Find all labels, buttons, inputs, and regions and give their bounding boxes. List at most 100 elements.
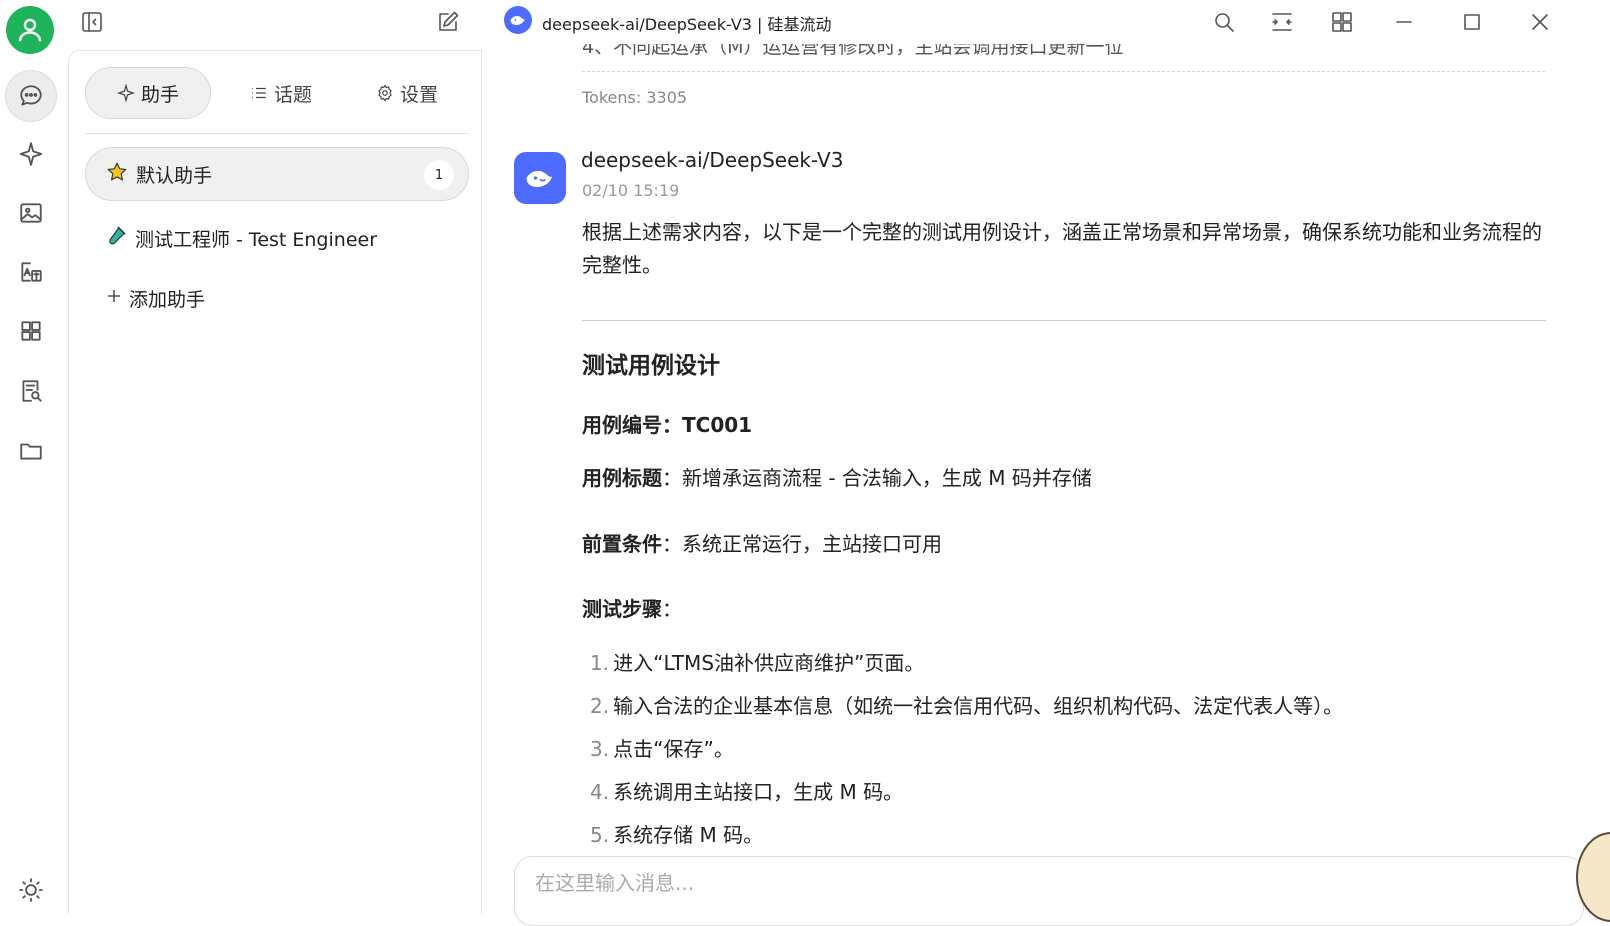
layout-button[interactable] — [1326, 6, 1358, 38]
case-number-label: 用例编号： — [582, 413, 682, 437]
step-number: 1. — [590, 651, 610, 675]
message-divider — [582, 320, 1546, 321]
folder-icon — [20, 443, 42, 460]
sparkle-icon — [116, 84, 135, 102]
document-search-icon — [22, 380, 42, 402]
precondition-label: 前置条件 — [582, 532, 662, 556]
step-text: 系统调用主站接口，生成 M 码。 — [613, 780, 904, 804]
rail-apps-button[interactable] — [5, 307, 57, 355]
steps-heading-line: 测试步骤： — [582, 593, 682, 622]
topic-count-badge: 1 — [424, 160, 454, 190]
narrow-mode-button[interactable] — [1266, 6, 1298, 38]
maximize-icon — [1464, 14, 1480, 30]
tab-settings[interactable]: 设置 — [347, 67, 467, 119]
step-item: 5. 系统存储 M 码。 — [590, 819, 763, 848]
tab-assistants-label: 助手 — [140, 83, 179, 106]
token-count: Tokens: 3305 — [582, 88, 688, 107]
step-text: 系统存储 M 码。 — [613, 823, 764, 847]
assistant-item-default[interactable]: 默认助手 1 — [85, 147, 469, 201]
steps-colon: ： — [662, 597, 682, 621]
rail-image-button[interactable] — [5, 189, 57, 237]
panel-tabs: 助手 话题 设置 — [85, 67, 469, 119]
chat-icon — [20, 85, 42, 106]
theme-toggle-button[interactable] — [5, 866, 57, 914]
model-avatar — [514, 152, 566, 204]
sidebar-collapse-icon — [82, 12, 102, 32]
step-item: 4. 系统调用主站接口，生成 M 码。 — [590, 776, 903, 805]
close-icon — [1532, 14, 1548, 30]
minimize-icon — [1396, 21, 1412, 23]
steps-label: 测试步骤 — [582, 597, 662, 621]
rail-files-button[interactable] — [5, 427, 57, 475]
assistant-panel: 助手 话题 设置 默认助手 1 测试工程师 - Test Engineer 添加… — [68, 50, 482, 914]
model-logo — [504, 6, 532, 34]
tab-topics[interactable]: 话题 — [221, 67, 341, 119]
previous-message-tail: 4、不同起运承（M）运运营有修改时，主站会调用接口更新一位 — [582, 44, 1124, 58]
step-item: 2. 输入合法的企业基本信息（如统一社会信用代码、组织机构代码、法定代表人等）。 — [590, 690, 1343, 719]
sparkle-icon — [19, 142, 43, 166]
image-icon — [20, 203, 42, 223]
new-chat-button[interactable] — [432, 6, 464, 38]
title-bar: deepseek-ai/DeepSeek-V3 | 硅基流动 — [62, 0, 1610, 44]
toggle-sidebar-button[interactable] — [76, 6, 108, 38]
precondition-line: 前置条件：系统正常运行，主站接口可用 — [582, 528, 942, 557]
case-number-value: TC001 — [682, 413, 753, 437]
step-number: 5. — [590, 823, 610, 847]
user-icon — [18, 18, 42, 42]
step-item: 3. 点击“保存”。 — [590, 733, 734, 762]
plus-icon — [105, 287, 123, 310]
step-number: 4. — [590, 780, 610, 804]
window-title: deepseek-ai/DeepSeek-V3 | 硅基流动 — [542, 15, 832, 34]
step-number: 3. — [590, 737, 610, 761]
gear-icon — [378, 84, 392, 102]
whale-icon — [526, 170, 552, 187]
add-assistant-button[interactable]: 添加助手 — [105, 285, 205, 312]
list-icon — [252, 87, 266, 99]
message-intro: 根据上述需求内容，以下是一个完整的测试用例设计，涵盖正常场景和异常场景，确保系统… — [582, 220, 1542, 277]
assistant-item-test-engineer[interactable]: 测试工程师 - Test Engineer — [85, 211, 469, 265]
grid-icon — [1332, 12, 1352, 32]
step-item: 1. 进入“LTMS油补供应商维护”页面。 — [590, 647, 924, 676]
whale-icon — [510, 16, 525, 25]
rail-agents-button[interactable] — [5, 130, 57, 178]
close-button[interactable] — [1524, 6, 1556, 38]
test-tube-icon — [105, 225, 127, 252]
add-assistant-label: 添加助手 — [129, 289, 206, 311]
precondition-value: ：系统正常运行，主站接口可用 — [662, 532, 942, 556]
message-input[interactable] — [535, 871, 1435, 895]
step-text: 点击“保存”。 — [613, 737, 734, 761]
assistant-item-label: 测试工程师 - Test Engineer — [135, 228, 378, 251]
case-title-line: 用例标题：新增承运商流程 - 合法输入，生成 M 码并存储 — [582, 462, 1092, 491]
minimize-button[interactable] — [1388, 6, 1420, 38]
case-title-label: 用例标题 — [582, 466, 662, 490]
message-model-name: deepseek-ai/DeepSeek-V3 — [581, 148, 844, 172]
sun-icon — [19, 878, 43, 902]
rail-translate-button[interactable] — [5, 248, 57, 296]
star-icon — [106, 161, 128, 188]
search-icon — [1215, 13, 1234, 32]
translate-icon — [21, 262, 42, 282]
tab-settings-label: 设置 — [399, 83, 438, 106]
chat-area: 4、不同起运承（M）运运营有修改时，主站会调用接口更新一位 Tokens: 33… — [482, 44, 1610, 914]
previous-message-divider — [582, 71, 1545, 72]
rail-knowledge-button[interactable] — [5, 367, 57, 415]
step-number: 2. — [590, 694, 610, 718]
step-text: 输入合法的企业基本信息（如统一社会信用代码、组织机构代码、法定代表人等）。 — [613, 694, 1344, 718]
message-timestamp: 02/10 15:19 — [582, 181, 680, 200]
case-number-line: 用例编号：TC001 — [582, 409, 752, 438]
section-heading: 测试用例设计 — [582, 353, 720, 379]
tab-assistants[interactable]: 助手 — [85, 67, 211, 119]
tabs-divider — [85, 133, 469, 134]
step-text: 进入“LTMS油补供应商维护”页面。 — [613, 651, 925, 675]
maximize-button[interactable] — [1456, 6, 1488, 38]
user-avatar[interactable] — [6, 6, 54, 54]
message-composer — [514, 856, 1584, 926]
tab-topics-label: 话题 — [273, 83, 312, 106]
rail-chat-button[interactable] — [5, 70, 57, 122]
icon-rail — [0, 0, 62, 914]
search-button[interactable] — [1208, 6, 1240, 38]
apps-icon — [21, 321, 41, 341]
assistant-item-label: 默认助手 — [136, 164, 213, 187]
edit-icon — [439, 11, 459, 31]
fit-width-icon — [1272, 13, 1292, 31]
